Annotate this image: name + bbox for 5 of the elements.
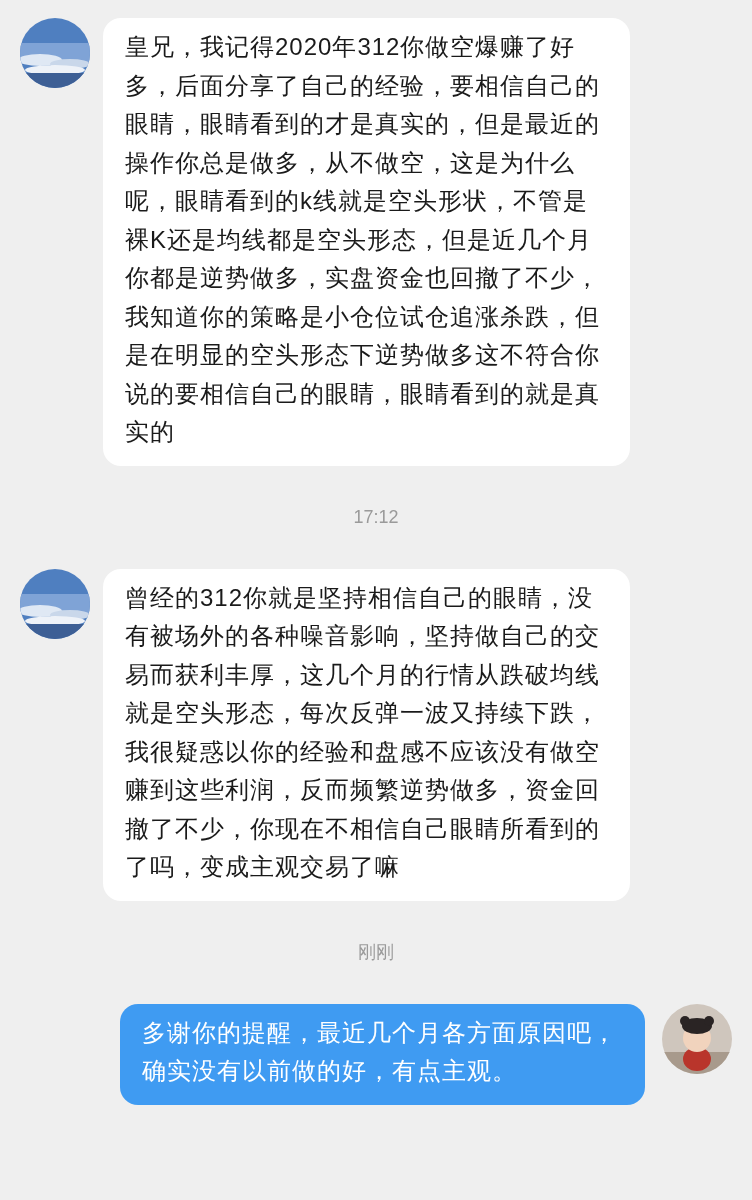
timestamp: 刚刚 (358, 940, 394, 964)
message-bubble: 多谢你的提醒，最近几个月各方面原因吧，确实没有以前做的好，有点主观。 (120, 1003, 645, 1105)
message-bubble: 皇兄，我记得2020年312你做空爆赚了好多，后面分享了自己的经验，要相信自己的眼睛，眼睛看到的才是真实的，但是最近的操作你总是做多，从不做空，这是为什么呢，眼睛看到的k线就是空头形状，不管是裸K还是均线都是空头形态，但是近几个月你都是逆势做多，实盘资金也回撤了不少，我知道你的策略是小仓位试仓追涨杀跌，但是在明显的空头形态下逆势做多这不符合你说的要相信自己的眼睛，眼睛看到的就是真实的 (103, 18, 630, 466)
message-bubble: 曾经的312你就是坚持相信自己的眼睛，没有被场外的各种噪音影响，坚持做自己的交易而获利丰厚，这几个月的行情从跌破均线就是空头形态，每次反弹一波又持续下跌，我很疑惑以你的经验和盘感不应该没有做空赚到这些利润，反而频繁逆势做多，资金回撤了不少，你现在不相信自己眼睛所看到的了吗，变成主观交易了嘛 (103, 568, 630, 901)
timestamp: 17:12 (353, 505, 399, 529)
